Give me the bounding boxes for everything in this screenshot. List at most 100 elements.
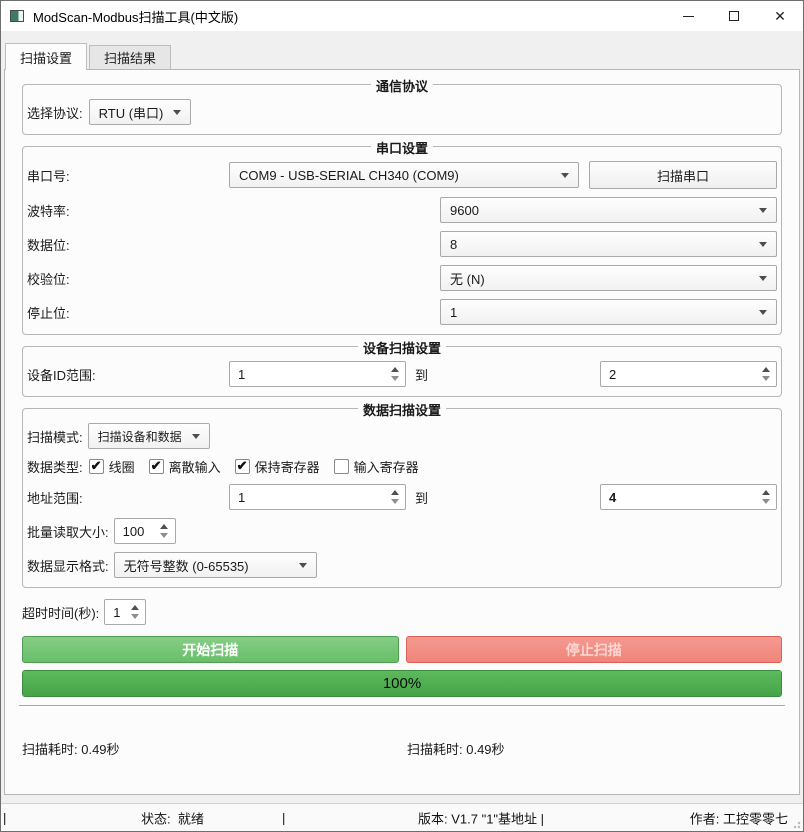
close-icon: ✕ [774,8,786,24]
display-format-label: 数据显示格式: [27,558,109,574]
parity-label: 校验位: [27,271,70,287]
scan-settings-panel: 通信协议 选择协议: RTU (串口) 串口设置 串口号: COM9 - USB… [4,69,800,795]
maximize-button[interactable] [711,1,757,31]
address-from-spinbox[interactable]: 1 [229,484,406,510]
device-scan-groupbox: 设备扫描设置 设备ID范围: 1 到 2 [22,338,782,397]
timeout-spinbox[interactable]: 1 [104,599,147,625]
start-scan-button[interactable]: 开始扫描 [22,636,399,663]
spinner-arrows[interactable] [126,600,143,624]
checkbox-icon [148,458,164,474]
baud-select[interactable]: 9600 [440,197,777,223]
chevron-down-icon [298,562,307,568]
checkbox-icon [88,458,104,474]
spin-up-icon [761,490,770,495]
button-label: 开始扫描 [182,641,239,658]
timeout-label: 超时时间(秒): [22,605,100,621]
checkbox-input-registers[interactable]: 输入寄存器 [333,457,419,476]
close-button[interactable]: ✕ [757,1,803,31]
device-id-range-label: 设备ID范围: [27,367,96,383]
address-range-label: 地址范围: [27,490,83,506]
spin-down-icon [160,533,169,538]
checkbox-discrete-inputs[interactable]: 离散输入 [148,457,221,476]
to-label: 到 [415,367,429,383]
combo-value: 9600 [450,202,479,218]
spin-value: 1 [238,366,246,382]
status-text: 状态: 就绪 [141,811,204,826]
parity-select[interactable]: 无 (N) [440,265,777,291]
stopbits-select[interactable]: 1 [440,299,777,325]
scan-progress-bar: 100% [22,670,782,697]
combo-value: RTU (串口) [98,105,164,121]
group-title: 数据扫描设置 [357,400,447,419]
window-title: ModScan-Modbus扫描工具(中文版) [33,9,239,25]
checkbox-coils[interactable]: 线圈 [88,457,135,476]
chevron-down-icon [173,109,182,115]
minimize-button[interactable] [665,1,711,31]
checkbox-icon [234,458,250,474]
tab-label: 扫描设置 [20,50,73,66]
button-label: 扫描串口 [656,168,709,184]
horizontal-separator [19,705,785,707]
chevron-down-icon [191,433,200,439]
protocol-groupbox: 通信协议 选择协议: RTU (串口) [22,76,782,135]
scan-mode-label: 扫描模式: [27,429,83,445]
combo-value: 8 [450,236,458,252]
scan-ports-button[interactable]: 扫描串口 [589,161,777,189]
scan-elapsed-center: 扫描耗时: 0.49秒 [407,742,505,757]
action-buttons: 开始扫描 停止扫描 [22,636,782,663]
batch-size-spinbox[interactable]: 100 [113,518,176,544]
spin-value: 1 [238,489,246,505]
combo-value: 无 (N) [450,271,485,287]
chevron-down-icon [759,241,767,247]
checkbox-label: 离散输入 [168,460,221,475]
device-id-from-spinbox[interactable]: 1 [229,361,406,387]
spin-up-icon [130,605,139,610]
data-scan-groupbox: 数据扫描设置 扫描模式: 扫描设备和数据 数据类型: 线圈 离散 [22,400,782,588]
spinner-arrows[interactable] [386,362,403,386]
titlebar: ModScan-Modbus扫描工具(中文版) ✕ [1,1,803,31]
device-id-to-spinbox[interactable]: 2 [600,361,777,387]
spinner-arrows[interactable] [156,519,173,543]
resize-grip[interactable] [791,819,801,829]
data-type-checkboxes: 线圈 离散输入 保持寄存器 输入寄存器 [88,457,419,476]
minimize-icon [682,15,694,17]
elapsed-row: 扫描耗时: 0.49秒 扫描耗时: 0.49秒 [22,739,782,758]
app-icon [10,10,24,22]
scan-mode-select[interactable]: 扫描设备和数据 [87,423,210,449]
databits-select[interactable]: 8 [440,231,777,257]
scan-elapsed-left: 扫描耗时: 0.49秒 [22,742,120,757]
combo-value: 扫描设备和数据 [97,429,182,444]
spin-up-icon [761,367,770,372]
button-label: 停止扫描 [565,641,622,658]
spinner-arrows[interactable] [757,485,774,509]
address-to-spinbox[interactable]: 4 [600,484,777,510]
tab-scan-results[interactable]: 扫描结果 [89,45,172,69]
group-title: 通信协议 [370,76,434,95]
status-bar: | 状态: 就绪 | 版本: V1.7 "1"基地址 | 作者: 工控零零七 [1,803,803,831]
spinner-arrows[interactable] [757,362,774,386]
port-label: 串口号: [27,168,70,184]
spinner-arrows[interactable] [386,485,403,509]
maximize-icon [729,11,739,21]
tab-scan-settings[interactable]: 扫描设置 [5,43,88,70]
chevron-down-icon [759,309,767,315]
checkbox-holding-registers[interactable]: 保持寄存器 [234,457,320,476]
stopbits-label: 停止位: [27,305,70,321]
protocol-label: 选择协议: [27,105,83,121]
spin-down-icon [390,376,399,381]
version-text: 版本: V1.7 "1"基地址 | [418,811,545,826]
checkbox-label: 输入寄存器 [353,460,419,475]
stop-scan-button[interactable]: 停止扫描 [405,636,782,663]
chevron-down-icon [759,275,767,281]
batch-size-label: 批量读取大小: [27,524,109,540]
checkbox-icon [333,459,349,474]
tab-label: 扫描结果 [104,51,157,66]
protocol-select[interactable]: RTU (串口) [88,99,192,125]
window-controls: ✕ [665,1,803,31]
display-format-select[interactable]: 无符号整数 (0-65535) [113,552,317,578]
chevron-down-icon [561,172,569,178]
data-types-label: 数据类型: [27,460,83,475]
com-port-select[interactable]: COM9 - USB-SERIAL CH340 (COM9) [229,162,579,188]
combo-value: COM9 - USB-SERIAL CH340 (COM9) [239,167,459,183]
progress-percent: 100% [382,675,422,692]
